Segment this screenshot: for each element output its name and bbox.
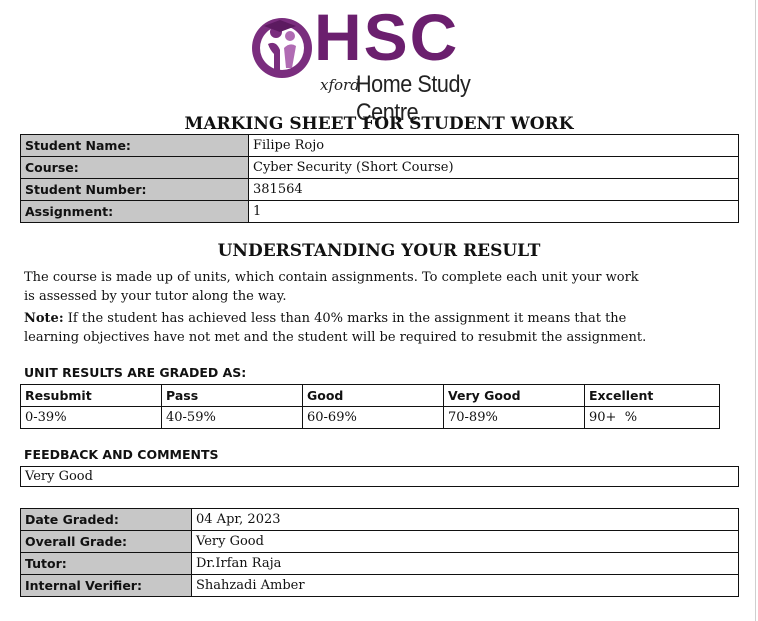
feedback-table: Very Good <box>20 466 739 487</box>
grade-range-good: 60-69% <box>302 406 444 429</box>
date-graded-label: Date Graded: <box>20 508 192 531</box>
understanding-line-2: is assessed by your tutor along the way. <box>24 289 287 304</box>
student-name-value: Filipe Rojo <box>248 134 739 157</box>
assignment-value: 1 <box>248 200 739 223</box>
student-number-label: Student Number: <box>20 178 249 201</box>
student-info-table: Student Name: Filipe Rojo Course: Cyber … <box>20 134 739 223</box>
grading-header-row: Resubmit Pass Good Very Good Excellent <box>20 384 720 407</box>
logo-hsc-text: HSC <box>314 0 460 74</box>
hsc-logo: HSC xford Home Study Centre <box>250 4 520 126</box>
grade-header-pass: Pass <box>161 384 303 407</box>
page-edge <box>755 0 756 621</box>
grade-header-excellent: Excellent <box>584 384 720 407</box>
date-graded-value: 04 Apr, 2023 <box>191 508 739 531</box>
grade-range-very-good: 70-89% <box>443 406 585 429</box>
result-info-table: Date Graded: 04 Apr, 2023 Overall Grade:… <box>20 508 739 597</box>
note-paragraph: Note: If the student has achieved less t… <box>24 309 664 347</box>
assignment-label: Assignment: <box>20 200 249 223</box>
table-row: Course: Cyber Security (Short Course) <box>20 156 739 179</box>
grade-range-pass: 40-59% <box>161 406 303 429</box>
grade-header-very-good: Very Good <box>443 384 585 407</box>
grading-heading: UNIT RESULTS ARE GRADED AS: <box>24 365 247 380</box>
grading-table: Resubmit Pass Good Very Good Excellent 0… <box>20 384 720 429</box>
grade-range-excellent: 90+ % <box>584 406 720 429</box>
table-row: Student Number: 381564 <box>20 178 739 201</box>
understanding-line-1: The course is made up of units, which co… <box>24 270 639 285</box>
note-line-2: learning objectives have not met and the… <box>24 330 647 345</box>
grade-header-resubmit: Resubmit <box>20 384 162 407</box>
feedback-heading: FEEDBACK AND COMMENTS <box>24 447 219 462</box>
tutor-value: Dr.Irfan Raja <box>191 552 739 575</box>
logo-emblem-icon <box>252 18 312 78</box>
note-label: Note: <box>24 311 64 326</box>
table-row: Tutor: Dr.Irfan Raja <box>20 552 739 575</box>
overall-grade-label: Overall Grade: <box>20 530 192 553</box>
table-row: Student Name: Filipe Rojo <box>20 134 739 157</box>
table-row: Date Graded: 04 Apr, 2023 <box>20 508 739 531</box>
table-row: Overall Grade: Very Good <box>20 530 739 553</box>
logo-oxford-text: xford <box>320 76 360 94</box>
note-line-1: If the student has achieved less than 40… <box>63 311 627 326</box>
grade-range-resubmit: 0-39% <box>20 406 162 429</box>
feedback-text: Very Good <box>20 466 739 487</box>
course-label: Course: <box>20 156 249 179</box>
student-number-value: 381564 <box>248 178 739 201</box>
tutor-label: Tutor: <box>20 552 192 575</box>
table-row: Assignment: 1 <box>20 200 739 223</box>
course-value: Cyber Security (Short Course) <box>248 156 739 179</box>
understanding-paragraph: The course is made up of units, which co… <box>24 268 664 306</box>
internal-verifier-value: Shahzadi Amber <box>191 574 739 597</box>
internal-verifier-label: Internal Verifier: <box>20 574 192 597</box>
table-row: Internal Verifier: Shahzadi Amber <box>20 574 739 597</box>
student-name-label: Student Name: <box>20 134 249 157</box>
grade-header-good: Good <box>302 384 444 407</box>
page-title: MARKING SHEET FOR STUDENT WORK <box>184 114 574 134</box>
table-row: Very Good <box>20 466 739 487</box>
grading-range-row: 0-39% 40-59% 60-69% 70-89% 90+ % <box>20 406 720 429</box>
overall-grade-value: Very Good <box>191 530 739 553</box>
understanding-heading: UNDERSTANDING YOUR RESULT <box>217 241 541 261</box>
